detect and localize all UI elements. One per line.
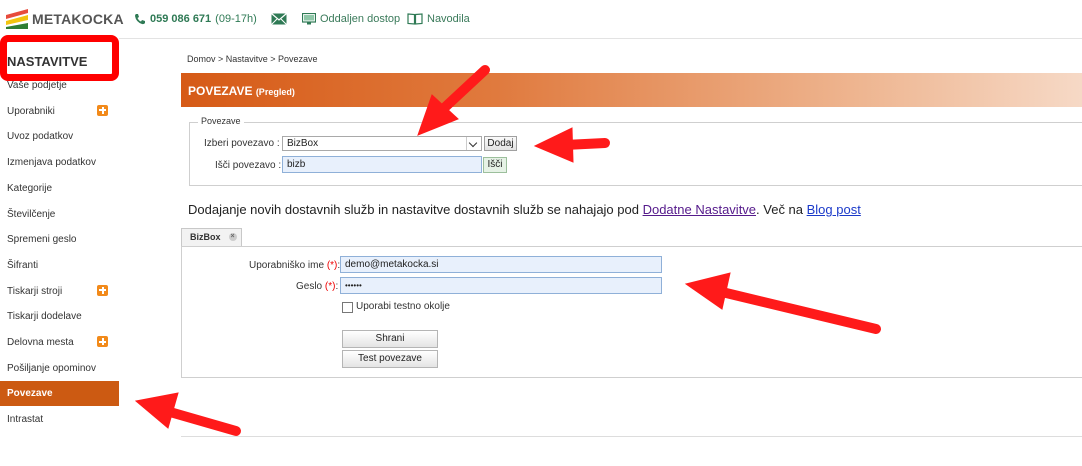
phone-number: 059 086 671 [150,13,212,25]
sidebar-item-številčenje[interactable]: Številčenje [0,202,119,227]
annotation-arrows [134,65,881,436]
sidebar-item-label[interactable]: Pošiljanje opominov [7,363,96,374]
sidebar-item-tiskarji-dodelave[interactable]: Tiskarji dodelave [0,304,119,329]
divider [181,436,1082,437]
remote-access-label[interactable]: Oddaljen dostop [320,13,400,25]
info-text-middle: . Več na [756,202,807,217]
connection-select-value: BizBox [287,138,319,149]
annotation-highlight-box [0,35,119,81]
sidebar-item-label[interactable]: Številčenje [7,209,55,220]
sidebar-item-intrastat[interactable]: Intrastat [0,407,119,432]
sidebar-item-label[interactable]: Kategorije [7,183,52,194]
required-mark: (*) [326,260,338,271]
metakocka-logo[interactable] [6,9,28,29]
search-connection-input[interactable]: bizb [282,156,482,173]
blog-post-link[interactable]: Blog post [807,202,861,217]
info-text: Dodajanje novih dostavnih služb in nasta… [188,202,861,217]
remote-access-link[interactable]: Oddaljen dostop [302,13,400,25]
mail-link[interactable] [271,13,287,25]
sidebar-item-label[interactable]: Uporabniki [7,106,55,117]
sidebar-item-label[interactable]: Povezave [7,388,53,399]
book-icon [407,13,423,25]
sidebar-item-label[interactable]: Intrastat [7,414,43,425]
connections-fieldset: Povezave Izberi povezavo : BizBox Dodaj … [189,116,1082,186]
sidebar-item-spremeni-geslo[interactable]: Spremeni geslo [0,227,119,252]
username-label-text: Uporabniško ime [249,260,325,271]
annotation-arrowhead-4 [134,392,179,429]
sidebar-item-uvoz-podatkov[interactable]: Uvoz podatkov [0,124,119,149]
page-header: POVEZAVE (Pregled) [181,73,1082,107]
sidebar-item-izmenjava-podatkov[interactable]: Izmenjava podatkov [0,150,119,175]
save-button[interactable]: Shrani [342,330,438,348]
username-label: Uporabniško ime (*): [249,260,341,271]
sidebar-item-label[interactable]: Vaše podjetje [7,80,67,91]
sidebar-item-delovna-mesta[interactable]: Delovna mesta [0,330,119,355]
sidebar-item-label[interactable]: Izmenjava podatkov [7,157,96,168]
add-connection-button[interactable]: Dodaj [484,136,517,151]
connection-select[interactable]: BizBox [282,136,482,151]
chevron-down-icon[interactable] [466,137,481,150]
sidebar-item-pošiljanje-opominov[interactable]: Pošiljanje opominov [0,356,119,381]
brand-name[interactable]: METAKOCKA [32,11,124,27]
connections-legend: Povezave [198,116,244,126]
sidebar-item-povezave[interactable]: Povezave [0,381,119,407]
annotation-arrow-4 [165,407,241,436]
test-environment-checkbox[interactable] [342,302,353,313]
mail-icon[interactable] [271,13,287,25]
password-label-text: Geslo [296,281,323,292]
required-mark: (*) [324,281,336,292]
close-icon[interactable]: × [228,233,237,241]
sidebar-item-label[interactable]: Tiskarji stroji [7,286,62,297]
phone-hours: (09-17h) [215,13,257,25]
info-text-start: Dodajanje novih dostavnih služb in nasta… [188,202,643,217]
select-connection-label: Izberi povezavo : [204,138,280,149]
sidebar-item-tiskarji-stroji[interactable]: Tiskarji stroji [0,279,119,304]
username-input[interactable]: demo@metakocka.si [340,256,662,273]
monitor-icon [302,13,316,25]
sidebar-item-kategorije[interactable]: Kategorije [0,176,119,201]
password-input[interactable]: •••••• [340,277,662,294]
sidebar: NASTAVITVE Vaše podjetje Uporabniki Uvoz p… [0,38,119,466]
page-subtitle: (Pregled) [255,87,295,97]
search-button[interactable]: Išči [483,157,507,173]
search-connection-label: Išči povezavo : [215,160,282,171]
phone-contact: 059 086 671 (09-17h) [134,13,257,25]
tab-bizbox-label[interactable]: BizBox [190,232,221,242]
top-bar: METAKOCKA 059 086 671 (09-17h) Oddaljen … [0,0,1082,39]
plus-icon[interactable] [97,284,108,296]
test-environment-label[interactable]: Uporabi testno okolje [356,301,450,312]
sidebar-item-šifranti[interactable]: Šifranti [0,253,119,278]
additional-settings-link[interactable]: Dodatne Nastavitve [643,202,756,217]
password-label: Geslo (*): [296,281,339,292]
page-title-text: POVEZAVE [188,84,253,98]
plus-icon[interactable] [97,336,108,347]
test-connection-button[interactable]: Test povezave [342,350,438,368]
plus-icon[interactable] [97,104,108,116]
sidebar-item-label[interactable]: Uvoz podatkov [7,131,73,142]
page-title: POVEZAVE (Pregled) [188,84,295,98]
breadcrumb[interactable]: Domov > Nastavitve > Povezave [187,54,318,64]
sidebar-item-label[interactable]: Šifranti [7,260,38,271]
manuals-label[interactable]: Navodila [427,13,470,25]
sidebar-item-label[interactable]: Spremeni geslo [7,234,76,245]
sidebar-item-label[interactable]: Tiskarji dodelave [7,311,82,322]
sidebar-item-label[interactable]: Delovna mesta [7,337,74,348]
sidebar-item-uporabniki[interactable]: Uporabniki [0,99,119,124]
tab-bizbox[interactable]: BizBox × [181,228,242,247]
manuals-link[interactable]: Navodila [407,13,470,25]
phone-icon [135,14,145,25]
